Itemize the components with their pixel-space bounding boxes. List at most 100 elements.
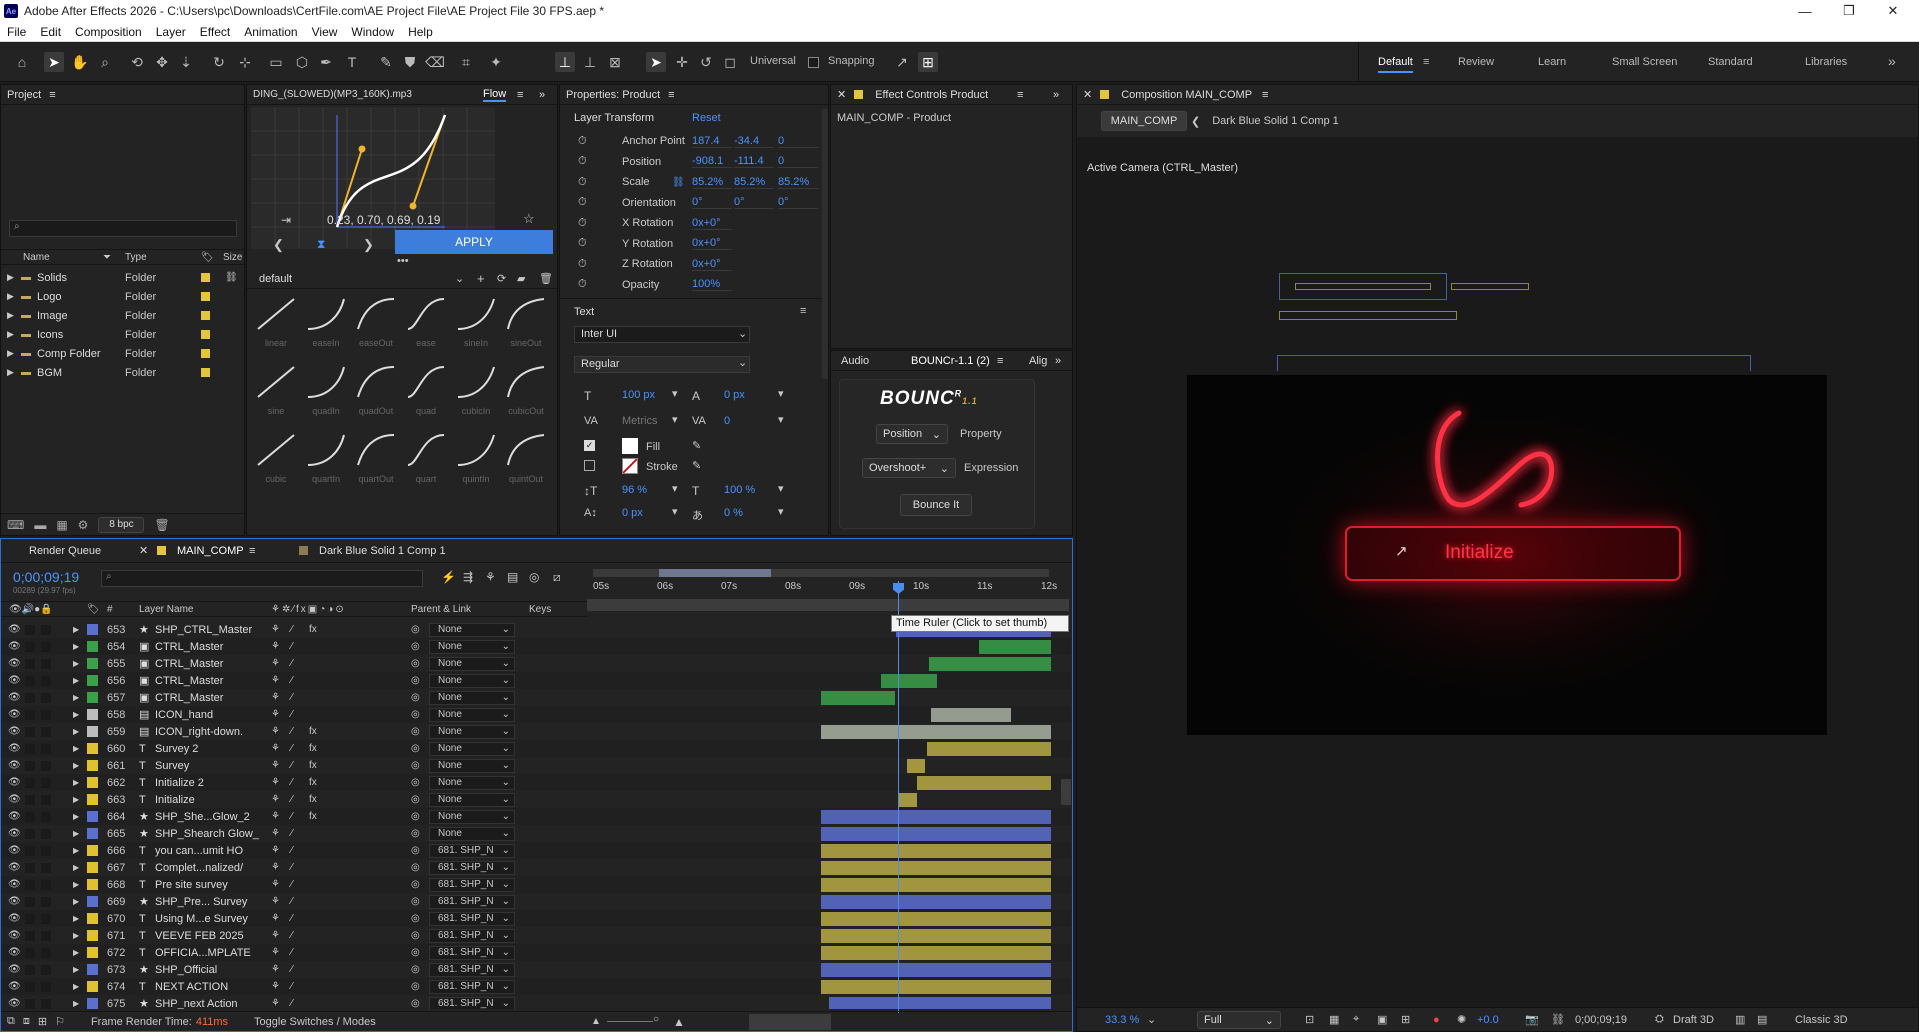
lock-box[interactable] xyxy=(41,862,51,873)
layer-label-swatch[interactable] xyxy=(87,845,98,856)
expand-arrow-icon[interactable]: ▶ xyxy=(73,727,79,736)
expand-arrow-icon[interactable]: ▶ xyxy=(73,710,79,719)
property-value[interactable]: -111.4 xyxy=(734,155,774,169)
import-icon[interactable]: ⇥ xyxy=(281,213,291,227)
layer-name[interactable]: CTRL_Master xyxy=(155,675,223,687)
more-workspaces-icon[interactable]: » xyxy=(1888,53,1896,69)
lock-box[interactable] xyxy=(41,947,51,958)
layer-label-swatch[interactable] xyxy=(87,692,98,703)
visibility-eye-icon[interactable]: 👁 xyxy=(8,641,21,652)
property-value[interactable]: 0x+0° xyxy=(692,237,732,251)
renderer-label[interactable]: Draft 3D xyxy=(1673,1014,1714,1026)
shy-switch-icon[interactable]: ⚘ xyxy=(271,981,280,992)
trash-icon[interactable]: 🗑 xyxy=(154,518,169,532)
chevron-down-icon[interactable]: ▾ xyxy=(672,482,678,495)
zoom-value[interactable]: 33.3 % xyxy=(1105,1014,1139,1026)
shy-switch-icon[interactable]: ⚘ xyxy=(271,760,280,771)
roto-brush-icon[interactable]: ⌗ xyxy=(456,52,476,72)
fill-checkbox[interactable]: ✓ xyxy=(584,440,595,451)
solo-box[interactable] xyxy=(25,726,35,737)
property-value[interactable]: -908.1 xyxy=(692,155,732,169)
zoom-slider-thumb[interactable]: ○ xyxy=(653,1014,659,1025)
current-timecode[interactable]: 0;00;09;19 xyxy=(13,569,79,585)
shy-switch-icon[interactable]: ⚘ xyxy=(271,641,280,652)
expand-arrow-icon[interactable]: ▶ xyxy=(73,778,79,787)
maximize-icon[interactable]: ❐ xyxy=(1827,0,1871,22)
preset-easeIn[interactable]: easeIn xyxy=(303,295,349,359)
fx-switch-icon[interactable]: fx xyxy=(309,777,317,788)
layer-label-swatch[interactable] xyxy=(87,641,98,652)
layer-name[interactable]: SHP_She...Glow_2 xyxy=(155,811,250,823)
layer-label-swatch[interactable] xyxy=(87,760,98,771)
layer-label-swatch[interactable] xyxy=(87,709,98,720)
visibility-eye-icon[interactable]: 👁 xyxy=(8,981,21,992)
lock-box[interactable] xyxy=(41,811,51,822)
layer-label-swatch[interactable] xyxy=(87,998,98,1009)
layer-label-swatch[interactable] xyxy=(87,896,98,907)
parent-select[interactable]: 681. SHP_N ⌄ xyxy=(429,945,515,960)
solo-box[interactable] xyxy=(25,913,35,924)
parent-select[interactable]: None ⌄ xyxy=(429,639,515,654)
shy-switch-icon[interactable]: ⚘ xyxy=(271,658,280,669)
stopwatch-icon[interactable]: ⏱ xyxy=(578,278,587,291)
solo-box[interactable] xyxy=(25,692,35,703)
layer-label-swatch[interactable] xyxy=(87,811,98,822)
time-ruler-labels[interactable]: 05s 06s 07s 08s 09s 10s 11s 12s xyxy=(593,581,1057,595)
fx-switch-icon[interactable]: fx xyxy=(309,726,317,737)
favorite-star-icon[interactable]: ☆ xyxy=(523,211,535,227)
properties-scrollbar[interactable] xyxy=(822,109,828,379)
graph-editor-icon[interactable]: ⧄ xyxy=(553,570,561,585)
layer-label-swatch[interactable] xyxy=(87,794,98,805)
visibility-eye-icon[interactable]: 👁 xyxy=(8,879,21,890)
fill-swatch[interactable] xyxy=(622,438,638,454)
quality-switch-icon[interactable]: ⁄ xyxy=(291,692,293,703)
baseline-value[interactable]: 0 px xyxy=(622,507,643,519)
audio-file-tab[interactable]: DING_(SLOWED)(MP3_160K).mp3 xyxy=(253,89,412,100)
quality-switch-icon[interactable]: ⁄ xyxy=(291,760,293,771)
visibility-eye-icon[interactable]: 👁 xyxy=(8,828,21,839)
layer-name[interactable]: Survey 2 xyxy=(155,743,198,755)
comp-canvas[interactable]: ↗ Initialize xyxy=(1187,375,1827,735)
expand-arrow-icon[interactable]: ▶ xyxy=(73,795,79,804)
preset-easeOut[interactable]: easeOut xyxy=(353,295,399,359)
project-item[interactable]: ▶ ▬ Solids Folder ⛓ xyxy=(1,268,244,287)
chevron-down-icon[interactable]: ▾ xyxy=(778,482,784,495)
property-value[interactable]: 0° xyxy=(734,196,774,210)
shy-switch-icon[interactable]: ⚘ xyxy=(271,692,280,703)
close-tab-icon[interactable]: ✕ xyxy=(837,88,846,101)
color-management-icon[interactable]: ✺ xyxy=(1457,1013,1466,1026)
flow-tab[interactable]: Flow xyxy=(483,88,507,102)
chevron-down-icon[interactable]: ⌄ xyxy=(455,272,464,285)
chevron-down-icon[interactable]: ▾ xyxy=(778,413,784,426)
quality-switch-icon[interactable]: ⁄ xyxy=(291,743,293,754)
transparency-grid-icon[interactable]: ▦ xyxy=(1329,1013,1339,1026)
parent-select[interactable]: 681. SHP_N ⌄ xyxy=(429,894,515,909)
layer-row[interactable]: 👁 ▶ 667 T Complet...nalized/ ⚘ ⁄ ◎ 681. SHP_N ⌄ xyxy=(1,859,1071,876)
lock-box[interactable] xyxy=(41,981,51,992)
solo-box[interactable] xyxy=(25,760,35,771)
stroke-checkbox[interactable] xyxy=(584,460,595,471)
parent-select[interactable]: None ⌄ xyxy=(429,622,515,637)
quality-switch-icon[interactable]: ⁄ xyxy=(291,845,293,856)
rotation-tool-icon[interactable]: ↻ xyxy=(209,52,229,72)
solo-box[interactable] xyxy=(25,658,35,669)
layer-label-swatch[interactable] xyxy=(87,930,98,941)
parent-pickwhip-icon[interactable]: ◎ xyxy=(411,845,420,856)
expand-arrow-icon[interactable]: ▶ xyxy=(7,272,14,283)
eyedropper-icon[interactable]: ✎ xyxy=(692,439,701,452)
adjust-icon[interactable]: ⚙ xyxy=(78,518,89,532)
breadcrumb-main-comp[interactable]: MAIN_COMP xyxy=(1101,111,1187,131)
preset-quartOut[interactable]: quartOut xyxy=(353,431,399,495)
property-value[interactable]: 85.2% xyxy=(692,176,732,189)
layer-label-swatch[interactable] xyxy=(87,947,98,958)
visibility-eye-icon[interactable]: 👁 xyxy=(8,624,21,635)
panel-menu-icon[interactable]: ≡ xyxy=(517,89,523,101)
stopwatch-icon[interactable]: ⏱ xyxy=(578,237,587,250)
expand-arrow-icon[interactable]: ▶ xyxy=(73,642,79,651)
navigator-range[interactable] xyxy=(659,569,771,577)
layer-name[interactable]: ICON_hand xyxy=(155,709,213,721)
3d-view-icon[interactable]: ▤ xyxy=(1757,1013,1767,1026)
shy-switch-icon[interactable]: ⚘ xyxy=(271,879,280,890)
fx-switch-icon[interactable]: fx xyxy=(309,624,317,635)
preset-linear[interactable]: linear xyxy=(253,295,299,359)
